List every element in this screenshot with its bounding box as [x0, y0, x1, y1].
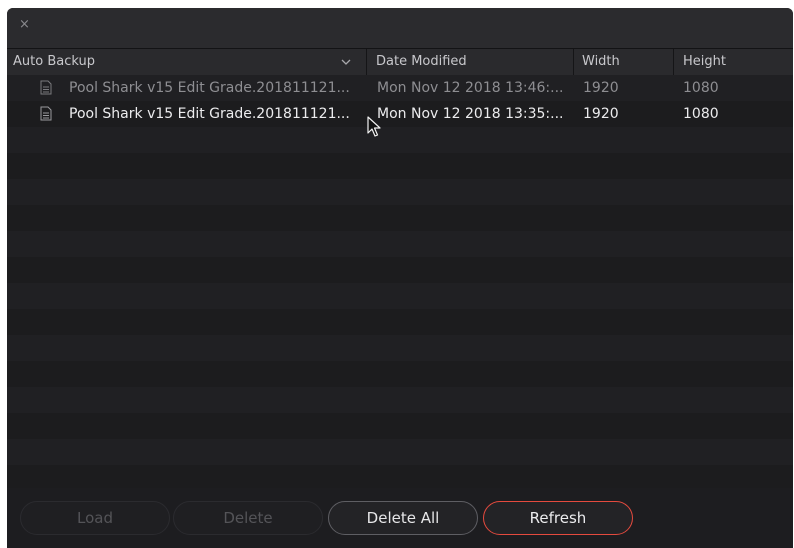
backup-list[interactable]: Pool Shark v15 Edit Grade.201811121... M…: [7, 75, 793, 488]
auto-backup-dialog: × Auto Backup Date Modified Width Height: [7, 8, 793, 548]
title-bar: ×: [7, 8, 793, 48]
delete-button[interactable]: Delete: [173, 501, 323, 535]
column-header-label: Height: [683, 54, 726, 69]
column-header-label: Auto Backup: [13, 54, 95, 69]
table-row[interactable]: Pool Shark v15 Edit Grade.201811121... M…: [7, 75, 793, 101]
height-value: 1080: [683, 80, 719, 96]
column-header-label: Width: [582, 54, 620, 69]
row-stripe: [7, 439, 793, 465]
row-stripe: [7, 205, 793, 231]
table-row[interactable]: Pool Shark v15 Edit Grade.201811121... M…: [7, 101, 793, 127]
column-header-width[interactable]: Width: [573, 49, 673, 75]
row-stripe: [7, 127, 793, 153]
row-stripe: [7, 387, 793, 413]
button-bar: Load Delete Delete All Refresh: [7, 488, 793, 548]
table-header: Auto Backup Date Modified Width Height: [7, 48, 793, 76]
close-icon[interactable]: ×: [19, 18, 31, 32]
load-button[interactable]: Load: [20, 501, 170, 535]
row-stripe: [7, 335, 793, 361]
row-stripe: [7, 361, 793, 387]
delete-all-button[interactable]: Delete All: [328, 501, 478, 535]
row-stripe: [7, 309, 793, 335]
row-stripe: [7, 413, 793, 439]
row-stripe: [7, 179, 793, 205]
row-stripe: [7, 231, 793, 257]
row-stripe: [7, 257, 793, 283]
date-modified: Mon Nov 12 2018 13:35:...: [377, 106, 564, 122]
document-icon: [40, 106, 52, 121]
column-header-auto-backup[interactable]: Auto Backup: [13, 49, 363, 75]
backup-name: Pool Shark v15 Edit Grade.201811121...: [69, 80, 350, 96]
backup-name: Pool Shark v15 Edit Grade.201811121...: [69, 106, 350, 122]
width-value: 1920: [583, 80, 619, 96]
column-header-label: Date Modified: [376, 54, 467, 69]
chevron-down-icon[interactable]: [340, 49, 354, 75]
width-value: 1920: [583, 106, 619, 122]
document-icon: [40, 80, 52, 95]
row-stripe: [7, 465, 793, 488]
column-header-height[interactable]: Height: [673, 49, 793, 75]
refresh-button[interactable]: Refresh: [483, 501, 633, 535]
height-value: 1080: [683, 106, 719, 122]
column-header-date-modified[interactable]: Date Modified: [366, 49, 573, 75]
date-modified: Mon Nov 12 2018 13:46:...: [377, 80, 564, 96]
row-stripe: [7, 153, 793, 179]
row-stripe: [7, 283, 793, 309]
